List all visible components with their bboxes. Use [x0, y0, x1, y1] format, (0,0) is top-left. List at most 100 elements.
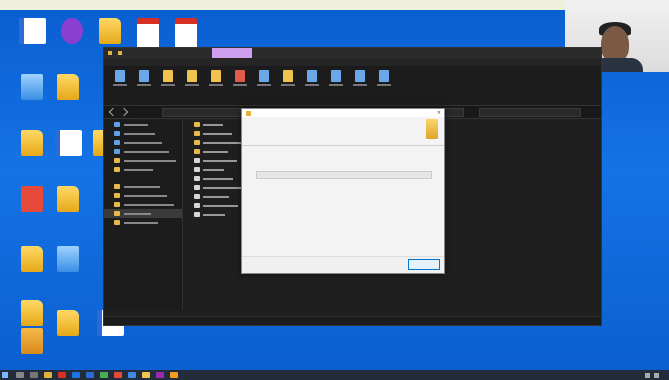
- pc-icon: [21, 74, 43, 100]
- properties-button[interactable]: [328, 70, 344, 101]
- desktop-icon[interactable]: [48, 246, 88, 292]
- close-button[interactable]: ×: [434, 109, 444, 117]
- file-icon: [194, 212, 200, 217]
- desktop-icon[interactable]: [48, 74, 88, 120]
- app-taskbar-icon[interactable]: [100, 372, 108, 378]
- app-taskbar-icon[interactable]: [58, 372, 66, 378]
- dialog-divider: [242, 145, 444, 146]
- progress-bar: [256, 171, 432, 179]
- quick-access-icon[interactable]: [118, 51, 122, 55]
- ribbon-tabs[interactable]: [104, 58, 601, 66]
- doc-icon: [54, 130, 82, 156]
- file-name: [203, 141, 241, 144]
- folder-icon: [194, 149, 200, 154]
- nav-item-label: [124, 212, 151, 215]
- folder-icon: [194, 122, 200, 127]
- dialog-footer: [242, 256, 444, 273]
- quick-access-icon[interactable]: [108, 51, 112, 55]
- dialog-titlebar[interactable]: ×: [242, 109, 444, 117]
- open-button[interactable]: [352, 70, 368, 101]
- progress-dialog[interactable]: ×: [241, 108, 445, 274]
- cancel-button[interactable]: [408, 259, 440, 270]
- pin-button[interactable]: [112, 70, 128, 101]
- volume-icon[interactable]: [654, 372, 659, 378]
- file-icon: [194, 194, 200, 199]
- folder-icon: [21, 130, 43, 156]
- file-name: [203, 168, 224, 171]
- file-icon: [194, 158, 200, 163]
- app-taskbar-icon[interactable]: [114, 372, 122, 378]
- file-explorer-taskbar-icon[interactable]: [44, 372, 52, 378]
- paste-button[interactable]: [160, 70, 176, 101]
- nav-item[interactable]: [104, 120, 182, 129]
- folder-copy-icon: [211, 70, 221, 82]
- file-name: [203, 213, 225, 216]
- back-arrow-icon[interactable]: [108, 107, 118, 117]
- pc-icon: [57, 246, 79, 272]
- folder-icon: [57, 74, 79, 100]
- folder-icon: [114, 158, 120, 163]
- folder-move-icon: [187, 70, 197, 82]
- search-box[interactable]: [479, 107, 581, 117]
- nav-item[interactable]: [104, 191, 182, 200]
- nav-item[interactable]: [104, 200, 182, 209]
- nav-item[interactable]: [104, 156, 182, 165]
- participant-face: [601, 26, 629, 62]
- nav-item[interactable]: [104, 209, 182, 218]
- move-to-button[interactable]: [184, 70, 200, 101]
- select-all-button[interactable]: [376, 70, 392, 101]
- desktop-icon[interactable]: [12, 186, 52, 232]
- folder-icon: [114, 167, 120, 172]
- rename-icon: [259, 70, 269, 82]
- nav-item[interactable]: [104, 138, 182, 147]
- file-icon: [194, 176, 200, 181]
- navigation-pane: [104, 120, 183, 310]
- explorer-titlebar[interactable]: [104, 48, 601, 58]
- folder-icon: [114, 122, 120, 127]
- new-folder-button[interactable]: [280, 70, 296, 101]
- app-taskbar-icon[interactable]: [156, 372, 164, 378]
- app-taskbar-icon[interactable]: [128, 372, 136, 378]
- app-taskbar-icon[interactable]: [142, 372, 150, 378]
- desktop-icon[interactable]: [12, 130, 52, 176]
- nav-item-label: [124, 194, 167, 197]
- pin-icon: [115, 70, 125, 82]
- nav-item-label: [124, 185, 160, 188]
- browser-taskbar-icon[interactable]: [72, 372, 80, 378]
- new-item-button[interactable]: [304, 70, 320, 101]
- search-taskbar-icon[interactable]: [16, 372, 24, 378]
- folder-icon: [57, 310, 79, 336]
- copy-to-button[interactable]: [208, 70, 224, 101]
- folder-icon: [114, 131, 120, 136]
- desktop-icon[interactable]: [12, 246, 52, 292]
- nav-item[interactable]: [104, 218, 182, 227]
- rename-button[interactable]: [256, 70, 272, 101]
- forward-arrow-icon[interactable]: [119, 107, 129, 117]
- desktop-icon[interactable]: [48, 130, 88, 176]
- nav-item[interactable]: [104, 129, 182, 138]
- nav-item[interactable]: [104, 182, 182, 191]
- desktop-icon[interactable]: [12, 74, 52, 120]
- delete-icon: [235, 70, 245, 82]
- nav-item-label: [124, 123, 148, 126]
- task-view-icon[interactable]: [30, 372, 38, 378]
- ribbon-context-tab[interactable]: [212, 48, 252, 58]
- copy-button[interactable]: [136, 70, 152, 101]
- delete-button[interactable]: [232, 70, 248, 101]
- nav-item[interactable]: [104, 147, 182, 156]
- desktop-icon[interactable]: [48, 310, 88, 356]
- desktop-icon[interactable]: [12, 328, 52, 370]
- word-taskbar-icon[interactable]: [86, 372, 94, 378]
- ribbon-toolbar: [104, 66, 601, 106]
- nav-item[interactable]: [104, 165, 182, 174]
- folder-icon: [114, 184, 120, 189]
- file-name: [203, 204, 238, 207]
- start-button[interactable]: [0, 370, 10, 380]
- desktop-icon[interactable]: [52, 18, 92, 64]
- desktop-icon[interactable]: [12, 18, 52, 64]
- taskbar: [0, 370, 669, 380]
- desktop-icon[interactable]: [48, 186, 88, 232]
- network-icon[interactable]: [645, 372, 650, 378]
- open-icon: [355, 70, 365, 82]
- app-taskbar-icon[interactable]: [170, 372, 178, 378]
